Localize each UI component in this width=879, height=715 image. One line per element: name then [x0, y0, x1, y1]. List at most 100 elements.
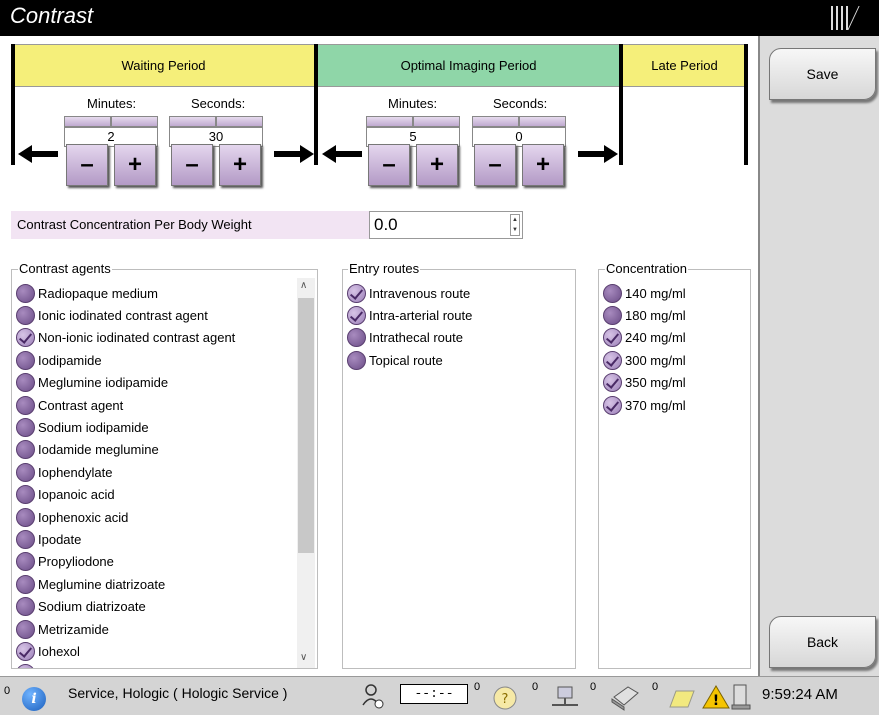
optimal-seconds-up-button[interactable] — [519, 116, 566, 127]
optimal-minutes-plus-button[interactable]: + — [416, 144, 458, 186]
unchecked-icon[interactable] — [16, 529, 35, 549]
optimal-minutes-minus-button[interactable]: – — [368, 144, 410, 186]
warning-icon[interactable]: ! — [702, 684, 730, 710]
contrast-agent-option[interactable]: Iophenoxic acid — [16, 506, 128, 528]
entry-route-option[interactable]: Intrathecal route — [347, 327, 463, 349]
contrast-agent-option[interactable]: Iodipamide — [16, 349, 102, 371]
unchecked-icon[interactable] — [347, 328, 366, 348]
save-button[interactable]: Save — [769, 48, 876, 100]
unchecked-icon[interactable] — [16, 305, 35, 325]
contrast-agent-option[interactable]: Meglumine diatrizoate — [16, 573, 165, 595]
contrast-agent-option[interactable]: Contrast agent — [16, 394, 123, 416]
contrast-agent-option[interactable]: Iohexol — [16, 640, 80, 662]
waiting-minutes-up-button[interactable] — [64, 116, 111, 127]
concentration-option[interactable]: 140 mg/ml — [603, 282, 686, 304]
checked-icon[interactable] — [603, 328, 622, 348]
checked-icon[interactable] — [603, 395, 622, 415]
checked-icon[interactable] — [347, 283, 366, 303]
contrast-agent-option[interactable]: Non-ionic iodinated contrast agent — [16, 327, 235, 349]
detector-icon[interactable] — [730, 683, 752, 711]
unchecked-icon[interactable] — [347, 350, 366, 370]
back-button[interactable]: Back — [769, 616, 876, 668]
concentration-option[interactable]: 350 mg/ml — [603, 372, 686, 394]
scroll-down-icon[interactable]: ∨ — [300, 652, 307, 663]
unchecked-icon[interactable] — [16, 619, 35, 639]
contrast-agent-option[interactable]: Ionic iodinated contrast agent — [16, 304, 208, 326]
network-icon[interactable] — [550, 685, 580, 709]
unchecked-icon[interactable] — [16, 552, 35, 572]
spinner-icon[interactable]: ▲ ▼ — [510, 214, 520, 236]
unchecked-icon[interactable] — [16, 283, 35, 303]
concentration-option[interactable]: 180 mg/ml — [603, 304, 686, 326]
arrow-left-icon — [18, 145, 58, 163]
contrast-agent-option[interactable]: Iodamide meglumine — [16, 439, 159, 461]
optimal-seconds-minus-button[interactable]: – — [474, 144, 516, 186]
entry-route-option[interactable]: Intra-arterial route — [347, 304, 472, 326]
unchecked-icon[interactable] — [16, 597, 35, 617]
optimal-seconds-up-button[interactable] — [472, 116, 519, 127]
scroll-up-icon[interactable]: ∧ — [300, 280, 307, 291]
printer-icon[interactable] — [608, 683, 642, 711]
concentration-per-weight-input[interactable]: 0.0 ▲ ▼ — [369, 211, 523, 239]
checked-icon[interactable] — [603, 350, 622, 370]
unchecked-icon[interactable] — [603, 283, 622, 303]
info-icon[interactable]: i — [22, 687, 46, 711]
folder-icon[interactable] — [668, 685, 696, 711]
unchecked-icon[interactable] — [16, 395, 35, 415]
status-count: 0 — [474, 681, 481, 693]
contrast-agent-option[interactable]: Radiopaque medium — [16, 282, 158, 304]
unchecked-icon[interactable] — [16, 462, 35, 482]
waiting-seconds-up-button[interactable] — [169, 116, 216, 127]
waiting-minutes-minus-button[interactable]: – — [66, 144, 108, 186]
contrast-agents-scrollbar[interactable]: ∧ ∨ — [297, 278, 315, 668]
entry-route-option[interactable]: Intravenous route — [347, 282, 470, 304]
contrast-agent-option-label: Iophendylate — [38, 464, 113, 480]
contrast-agent-option[interactable]: Sodium iodipamide — [16, 416, 149, 438]
waiting-seconds-up-button[interactable] — [216, 116, 263, 127]
checked-icon[interactable] — [16, 328, 35, 348]
waiting-seconds-plus-button[interactable]: + — [219, 144, 261, 186]
unchecked-icon[interactable] — [603, 305, 622, 325]
waiting-minutes-plus-button[interactable]: + — [114, 144, 156, 186]
current-user-label[interactable]: Service, Hologic ( Hologic Service ) — [68, 685, 287, 701]
checked-icon[interactable] — [16, 641, 35, 661]
waiting-minutes-up-button[interactable] — [111, 116, 158, 127]
entry-route-option[interactable]: Topical route — [347, 349, 443, 371]
contrast-agent-option[interactable]: Meglumine iodipamide — [16, 372, 168, 394]
unchecked-icon[interactable] — [16, 485, 35, 505]
unchecked-icon[interactable] — [16, 574, 35, 594]
unchecked-icon[interactable] — [16, 440, 35, 460]
arrow-left-icon — [322, 145, 362, 163]
contrast-agent-option[interactable]: Iophendylate — [16, 461, 112, 483]
scroll-thumb[interactable] — [298, 298, 314, 553]
concentration-option[interactable]: 300 mg/ml — [603, 349, 686, 371]
contrast-agent-option[interactable]: Ioglycamate — [16, 663, 108, 668]
contrast-agent-option[interactable]: Metrizamide — [16, 618, 109, 640]
checked-icon[interactable] — [16, 664, 35, 668]
unchecked-icon[interactable] — [16, 417, 35, 437]
contrast-agent-option-label: Iohexol — [38, 643, 80, 659]
contrast-agent-option[interactable]: Propyliodone — [16, 551, 114, 573]
unchecked-icon[interactable] — [16, 507, 35, 527]
checked-icon[interactable] — [347, 305, 366, 325]
right-button-panel: Save Back — [758, 36, 879, 676]
concentration-option[interactable]: 240 mg/ml — [603, 327, 686, 349]
optimal-seconds-plus-button[interactable]: + — [522, 144, 564, 186]
unchecked-icon[interactable] — [16, 373, 35, 393]
concentration-option[interactable]: 370 mg/ml — [603, 394, 686, 416]
contrast-agent-option[interactable]: Ipodate — [16, 528, 81, 550]
optimal-minutes-up-button[interactable] — [366, 116, 413, 127]
user-icon[interactable] — [362, 683, 386, 711]
optimal-minutes-up-button[interactable] — [413, 116, 460, 127]
concentration-option-label: 350 mg/ml — [625, 375, 686, 391]
contrast-agent-option-label: Sodium iodipamide — [38, 419, 149, 435]
waiting-seconds-minus-button[interactable]: – — [171, 144, 213, 186]
optimal-seconds-label: Seconds: — [493, 96, 548, 111]
clock-time: 9:59:24 AM — [762, 686, 838, 703]
help-icon[interactable]: ? — [492, 685, 518, 711]
contrast-agent-option[interactable]: Iopanoic acid — [16, 484, 115, 506]
unchecked-icon[interactable] — [16, 350, 35, 370]
checked-icon[interactable] — [603, 373, 622, 393]
contrast-agent-option[interactable]: Sodium diatrizoate — [16, 596, 146, 618]
period-divider — [619, 44, 623, 165]
